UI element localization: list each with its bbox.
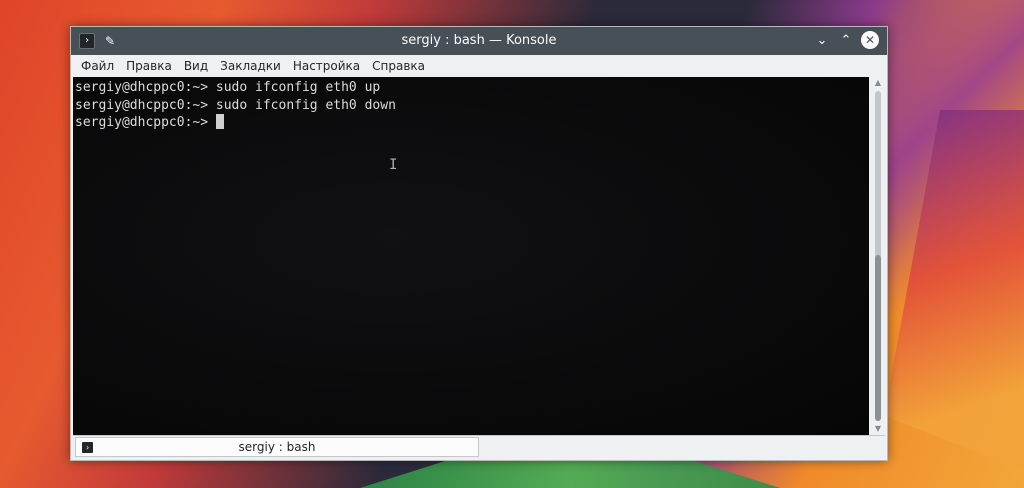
vertical-scrollbar[interactable]: ▲ ▼ bbox=[871, 77, 885, 435]
menu-help[interactable]: Справка bbox=[366, 55, 431, 77]
terminal-line: sergiy@dhcppc0:~> sudo ifconfig eth0 dow… bbox=[75, 97, 396, 113]
wallpaper-shape bbox=[884, 110, 1024, 470]
minimize-button[interactable]: ⌄ bbox=[813, 31, 831, 49]
window-title: sergiy : bash — Konsole bbox=[401, 33, 557, 48]
terminal-area[interactable]: sergiy@dhcppc0:~> sudo ifconfig eth0 up … bbox=[73, 77, 869, 435]
menu-settings[interactable]: Настройка bbox=[287, 55, 366, 77]
chevron-down-icon: ⌄ bbox=[816, 32, 828, 48]
close-button[interactable]: ✕ bbox=[861, 31, 879, 49]
prompt: sergiy@dhcppc0:~> bbox=[75, 115, 216, 130]
close-icon: ✕ bbox=[864, 33, 876, 47]
tab-label: sergiy : bash bbox=[238, 440, 316, 454]
scroll-down-icon[interactable]: ▼ bbox=[871, 423, 885, 435]
chevron-up-icon: ⌃ bbox=[840, 32, 852, 48]
tab-sergiy-bash[interactable]: › sergiy : bash bbox=[75, 437, 479, 457]
scroll-up-icon[interactable]: ▲ bbox=[871, 77, 885, 89]
title-bar[interactable]: › ✎ sergiy : bash — Konsole ⌄ ⌃ ✕ bbox=[71, 27, 887, 55]
menu-view[interactable]: Вид bbox=[178, 55, 214, 77]
maximize-button[interactable]: ⌃ bbox=[837, 31, 855, 49]
tab-bar: › sergiy : bash bbox=[73, 435, 885, 459]
text-cursor bbox=[215, 114, 224, 129]
menu-bar: Файл Правка Вид Закладки Настройка Справ… bbox=[71, 55, 887, 77]
terminal-line: sergiy@dhcppc0:~> bbox=[75, 114, 869, 132]
ibeam-cursor-icon: I bbox=[389, 157, 398, 173]
menu-edit[interactable]: Правка bbox=[120, 55, 178, 77]
scroll-thumb[interactable] bbox=[875, 255, 881, 421]
terminal-line: sergiy@dhcppc0:~> sudo ifconfig eth0 up bbox=[75, 80, 381, 95]
menu-bookmarks[interactable]: Закладки bbox=[214, 55, 287, 77]
menu-file[interactable]: Файл bbox=[75, 55, 120, 77]
konsole-window: › ✎ sergiy : bash — Konsole ⌄ ⌃ ✕ Файл П… bbox=[70, 26, 888, 461]
